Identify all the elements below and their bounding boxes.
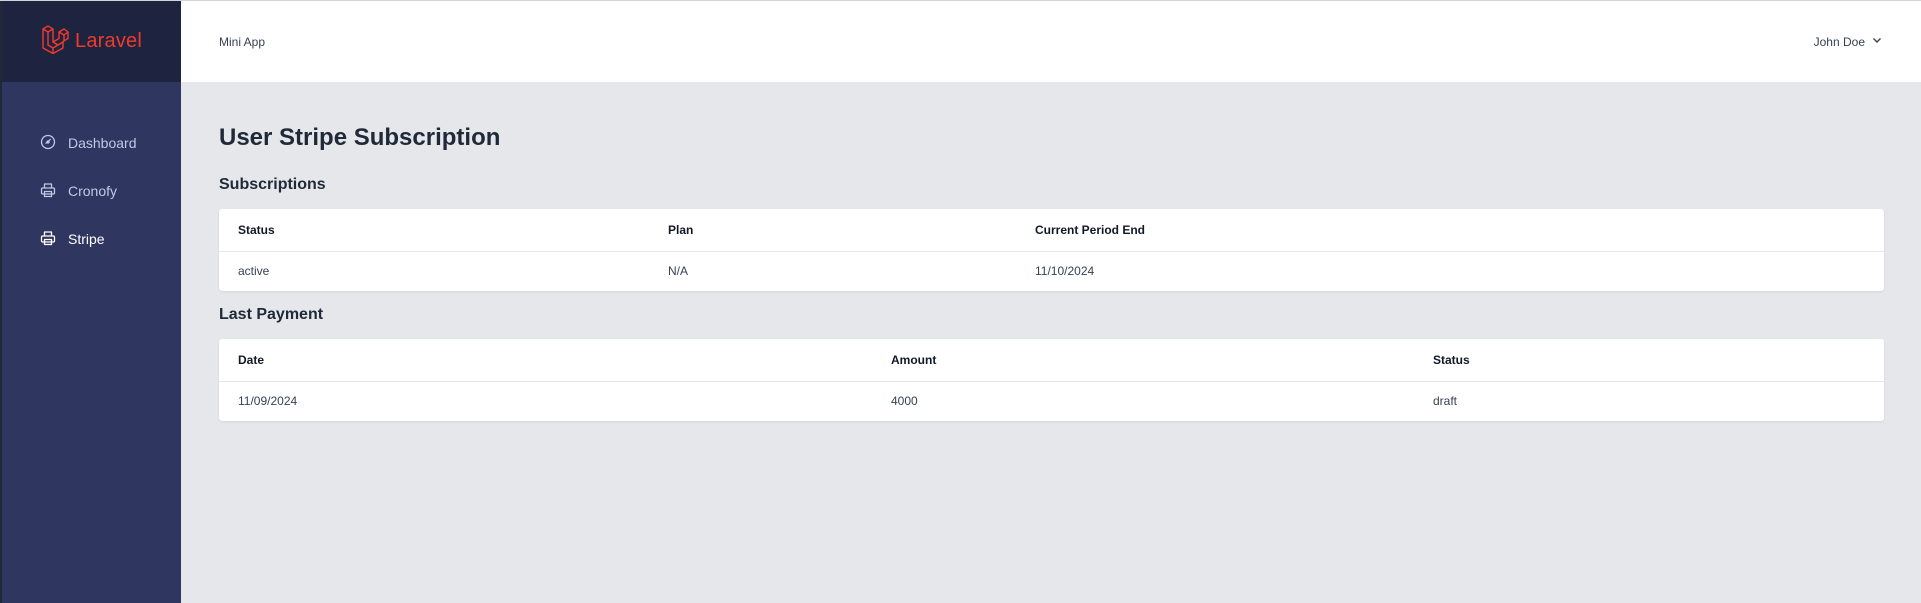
sidebar-item-stripe[interactable]: Stripe bbox=[2, 215, 181, 263]
top-border bbox=[0, 0, 1921, 1]
table-row: active N/A 11/10/2024 bbox=[219, 251, 1884, 291]
user-menu-dropdown[interactable]: John Doe bbox=[1814, 34, 1883, 49]
table-header-row: Date Amount Status bbox=[219, 339, 1884, 382]
chevron-down-icon bbox=[1871, 34, 1883, 49]
top-header: Mini App John Doe bbox=[181, 1, 1921, 82]
column-header-date: Date bbox=[219, 339, 872, 382]
brand-name: Laravel bbox=[75, 29, 142, 52]
table-row: 11/09/2024 4000 draft bbox=[219, 381, 1884, 421]
last-payment-table-card: Date Amount Status 11/09/2024 4000 draft bbox=[219, 339, 1884, 421]
last-payment-table: Date Amount Status 11/09/2024 4000 draft bbox=[219, 339, 1884, 421]
page-title: User Stripe Subscription bbox=[219, 124, 501, 151]
cell-date: 11/09/2024 bbox=[238, 394, 298, 409]
printer-icon bbox=[40, 230, 56, 249]
cell-current-period-end: 11/10/2024 bbox=[1035, 264, 1095, 279]
user-name: John Doe bbox=[1813, 34, 1865, 49]
sidebar-item-cronofy[interactable]: Cronofy bbox=[2, 167, 181, 215]
laravel-logo-icon bbox=[41, 24, 69, 59]
printer-icon bbox=[40, 182, 56, 201]
sidebar-item-label: Dashboard bbox=[68, 135, 137, 151]
cell-plan: N/A bbox=[668, 264, 689, 279]
column-header-status: Status bbox=[219, 209, 649, 252]
table-header-row: Status Plan Current Period End bbox=[219, 209, 1884, 252]
column-header-amount: Amount bbox=[872, 339, 1414, 382]
sidebar-item-label: Cronofy bbox=[68, 183, 118, 199]
cell-status: draft bbox=[1433, 394, 1458, 409]
cell-amount: 4000 bbox=[891, 394, 918, 409]
main-content: User Stripe Subscription Subscriptions S… bbox=[219, 82, 1884, 421]
app-name: Mini App bbox=[219, 34, 266, 49]
subscriptions-heading: Subscriptions bbox=[219, 176, 326, 193]
subscriptions-table-card: Status Plan Current Period End active N/… bbox=[219, 209, 1884, 291]
sidebar-nav: Dashboard Cronofy Stripe bbox=[2, 82, 181, 263]
dashboard-gauge-icon bbox=[40, 134, 56, 153]
sidebar-item-dashboard[interactable]: Dashboard bbox=[2, 119, 181, 167]
column-header-plan: Plan bbox=[649, 209, 1016, 252]
subscriptions-table: Status Plan Current Period End active N/… bbox=[219, 209, 1884, 291]
brand-logo[interactable]: Laravel bbox=[2, 0, 181, 82]
column-header-current-period-end: Current Period End bbox=[1016, 209, 1884, 252]
last-payment-heading: Last Payment bbox=[219, 306, 324, 323]
column-header-status: Status bbox=[1414, 339, 1884, 382]
sidebar-item-label: Stripe bbox=[68, 231, 105, 247]
sidebar: Laravel Dashboard Cronofy Stripe bbox=[0, 0, 181, 603]
cell-status: active bbox=[238, 264, 270, 279]
